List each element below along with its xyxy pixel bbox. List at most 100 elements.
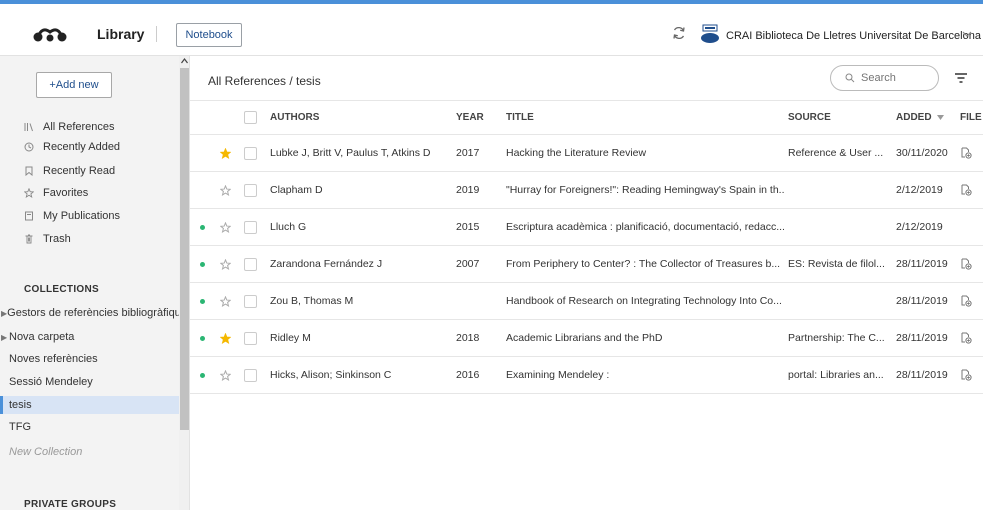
collection-item[interactable]: ▶ Nova carpeta xyxy=(0,328,179,346)
cell-added: 28/11/2019 xyxy=(896,258,948,270)
sidebar-item-recently-added[interactable]: Recently Added xyxy=(24,138,179,156)
cell-authors: Clapham D xyxy=(270,184,323,196)
cell-authors: Zarandona Fernández J xyxy=(270,258,383,270)
column-header-source[interactable]: SOURCE xyxy=(788,101,886,134)
new-collection-link[interactable]: New Collection xyxy=(0,443,179,461)
cell-year: 2017 xyxy=(456,147,480,159)
search-icon xyxy=(845,73,855,83)
table-row[interactable]: Clapham D 2019 "Hurray for Foreigners!":… xyxy=(190,172,983,209)
pdf-file-icon[interactable] xyxy=(960,147,972,159)
cell-source xyxy=(788,172,886,208)
cell-added: 28/11/2019 xyxy=(896,332,948,344)
unread-indicator xyxy=(200,298,205,304)
table-header: AUTHORS YEAR TITLE SOURCE ADDED FILE xyxy=(190,100,983,135)
select-all-checkbox[interactable] xyxy=(244,111,257,124)
cell-added: 2/12/2019 xyxy=(896,184,943,196)
cell-authors: Hicks, Alison; Sinkinson C xyxy=(270,369,392,381)
star-icon[interactable] xyxy=(220,184,231,196)
column-header-authors[interactable]: AUTHORS xyxy=(270,101,450,134)
caret-right-icon[interactable]: ▶ xyxy=(1,333,9,342)
column-header-file[interactable]: FILE xyxy=(960,101,982,134)
cell-year: 2007 xyxy=(456,258,480,270)
collection-item-selected[interactable]: tesis xyxy=(0,396,179,414)
clock-icon xyxy=(24,142,34,152)
unread-indicator xyxy=(200,224,205,230)
search-input[interactable] xyxy=(861,72,931,84)
institution-name[interactable]: CRAI Biblioteca De Lletres Universitat D… xyxy=(726,30,981,42)
star-icon[interactable] xyxy=(220,258,231,270)
table-row[interactable]: Ridley M 2018 Academic Librarians and th… xyxy=(190,320,983,357)
scroll-up-arrow-icon[interactable] xyxy=(181,58,188,64)
row-checkbox[interactable] xyxy=(244,257,257,271)
cell-year xyxy=(456,283,492,319)
top-bar: Library Notebook CRAI Biblioteca De Llet… xyxy=(0,0,983,56)
pdf-file-icon[interactable] xyxy=(960,295,972,307)
chevron-down-icon[interactable] xyxy=(962,29,972,39)
unread-indicator xyxy=(200,372,205,378)
star-icon[interactable] xyxy=(220,295,231,307)
star-filled-icon[interactable] xyxy=(220,332,231,344)
pdf-file-icon[interactable] xyxy=(960,184,972,196)
table-row[interactable]: Zou B, Thomas M Handbook of Research on … xyxy=(190,283,983,320)
sidebar: +Add new All References Recently Added R… xyxy=(0,56,190,510)
row-checkbox[interactable] xyxy=(244,146,257,160)
notebook-button[interactable]: Notebook xyxy=(176,23,242,47)
cell-year: 2018 xyxy=(456,332,480,344)
cell-added: 28/11/2019 xyxy=(896,295,948,307)
row-checkbox[interactable] xyxy=(244,368,257,382)
cell-year: 2019 xyxy=(456,184,480,196)
collection-item[interactable]: Noves referències xyxy=(0,350,179,368)
row-checkbox[interactable] xyxy=(244,331,257,345)
star-icon xyxy=(24,188,34,198)
filter-icon[interactable] xyxy=(955,73,967,83)
trash-icon xyxy=(25,234,33,244)
star-filled-icon[interactable] xyxy=(220,147,231,159)
table-row[interactable]: Lubke J, Britt V, Paulus T, Atkins D 201… xyxy=(190,135,983,172)
unread-indicator xyxy=(200,261,205,267)
column-header-added[interactable]: ADDED xyxy=(896,101,958,134)
row-checkbox[interactable] xyxy=(244,294,257,308)
cell-year: 2016 xyxy=(456,369,480,381)
sidebar-item-favorites[interactable]: Favorites xyxy=(24,184,179,202)
pdf-file-icon[interactable] xyxy=(960,258,972,270)
references-table: AUTHORS YEAR TITLE SOURCE ADDED FILE Lub… xyxy=(190,100,983,394)
star-icon[interactable] xyxy=(220,369,231,381)
cell-authors: Ridley M xyxy=(270,332,311,344)
row-checkbox[interactable] xyxy=(244,183,257,197)
cell-year: 2015 xyxy=(456,221,480,233)
sidebar-scrollbar[interactable] xyxy=(179,56,189,510)
cell-source: Reference & User ... xyxy=(788,147,884,159)
collection-item[interactable]: TFG xyxy=(0,418,179,436)
cell-title: Examining Mendeley : xyxy=(506,369,610,381)
cell-title: Handbook of Research on Integrating Tech… xyxy=(506,295,782,307)
table-row[interactable]: Hicks, Alison; Sinkinson C 2016 Examinin… xyxy=(190,357,983,394)
add-new-button[interactable]: +Add new xyxy=(36,72,112,98)
collection-item[interactable]: Sessió Mendeley xyxy=(0,373,179,391)
column-header-year[interactable]: YEAR xyxy=(456,101,492,134)
sidebar-item-label: Favorites xyxy=(43,187,89,199)
sidebar-item-recently-read[interactable]: Recently Read xyxy=(24,162,179,180)
cell-authors: Lluch G xyxy=(270,221,307,233)
mendeley-logo-icon[interactable] xyxy=(32,24,68,44)
cell-authors: Zou B, Thomas M xyxy=(270,295,354,307)
cell-title: Academic Librarians and the PhD xyxy=(506,332,663,344)
sidebar-item-trash[interactable]: Trash xyxy=(24,230,179,248)
table-row[interactable]: Lluch G 2015 Escriptura acadèmica : plan… xyxy=(190,209,983,246)
sync-icon[interactable] xyxy=(672,26,686,40)
collection-item[interactable]: ▶ Gestors de referències bibliogràfiques xyxy=(0,304,179,322)
title-divider xyxy=(156,26,157,42)
sidebar-item-my-publications[interactable]: My Publications xyxy=(24,207,179,225)
cell-title: Hacking the Literature Review xyxy=(506,147,647,159)
sidebar-item-label: My Publications xyxy=(43,210,121,222)
column-header-title[interactable]: TITLE xyxy=(506,101,784,134)
cell-source xyxy=(788,283,886,319)
table-row[interactable]: Zarandona Fernández J 2007 From Peripher… xyxy=(190,246,983,283)
sidebar-item-label: Recently Read xyxy=(43,165,116,177)
scroll-thumb[interactable] xyxy=(180,68,189,430)
pdf-file-icon[interactable] xyxy=(960,369,972,381)
row-checkbox[interactable] xyxy=(244,220,257,234)
pdf-file-icon[interactable] xyxy=(960,332,972,344)
sidebar-item-all-references[interactable]: All References xyxy=(24,118,179,136)
star-icon[interactable] xyxy=(220,221,231,233)
search-box[interactable] xyxy=(830,65,939,91)
